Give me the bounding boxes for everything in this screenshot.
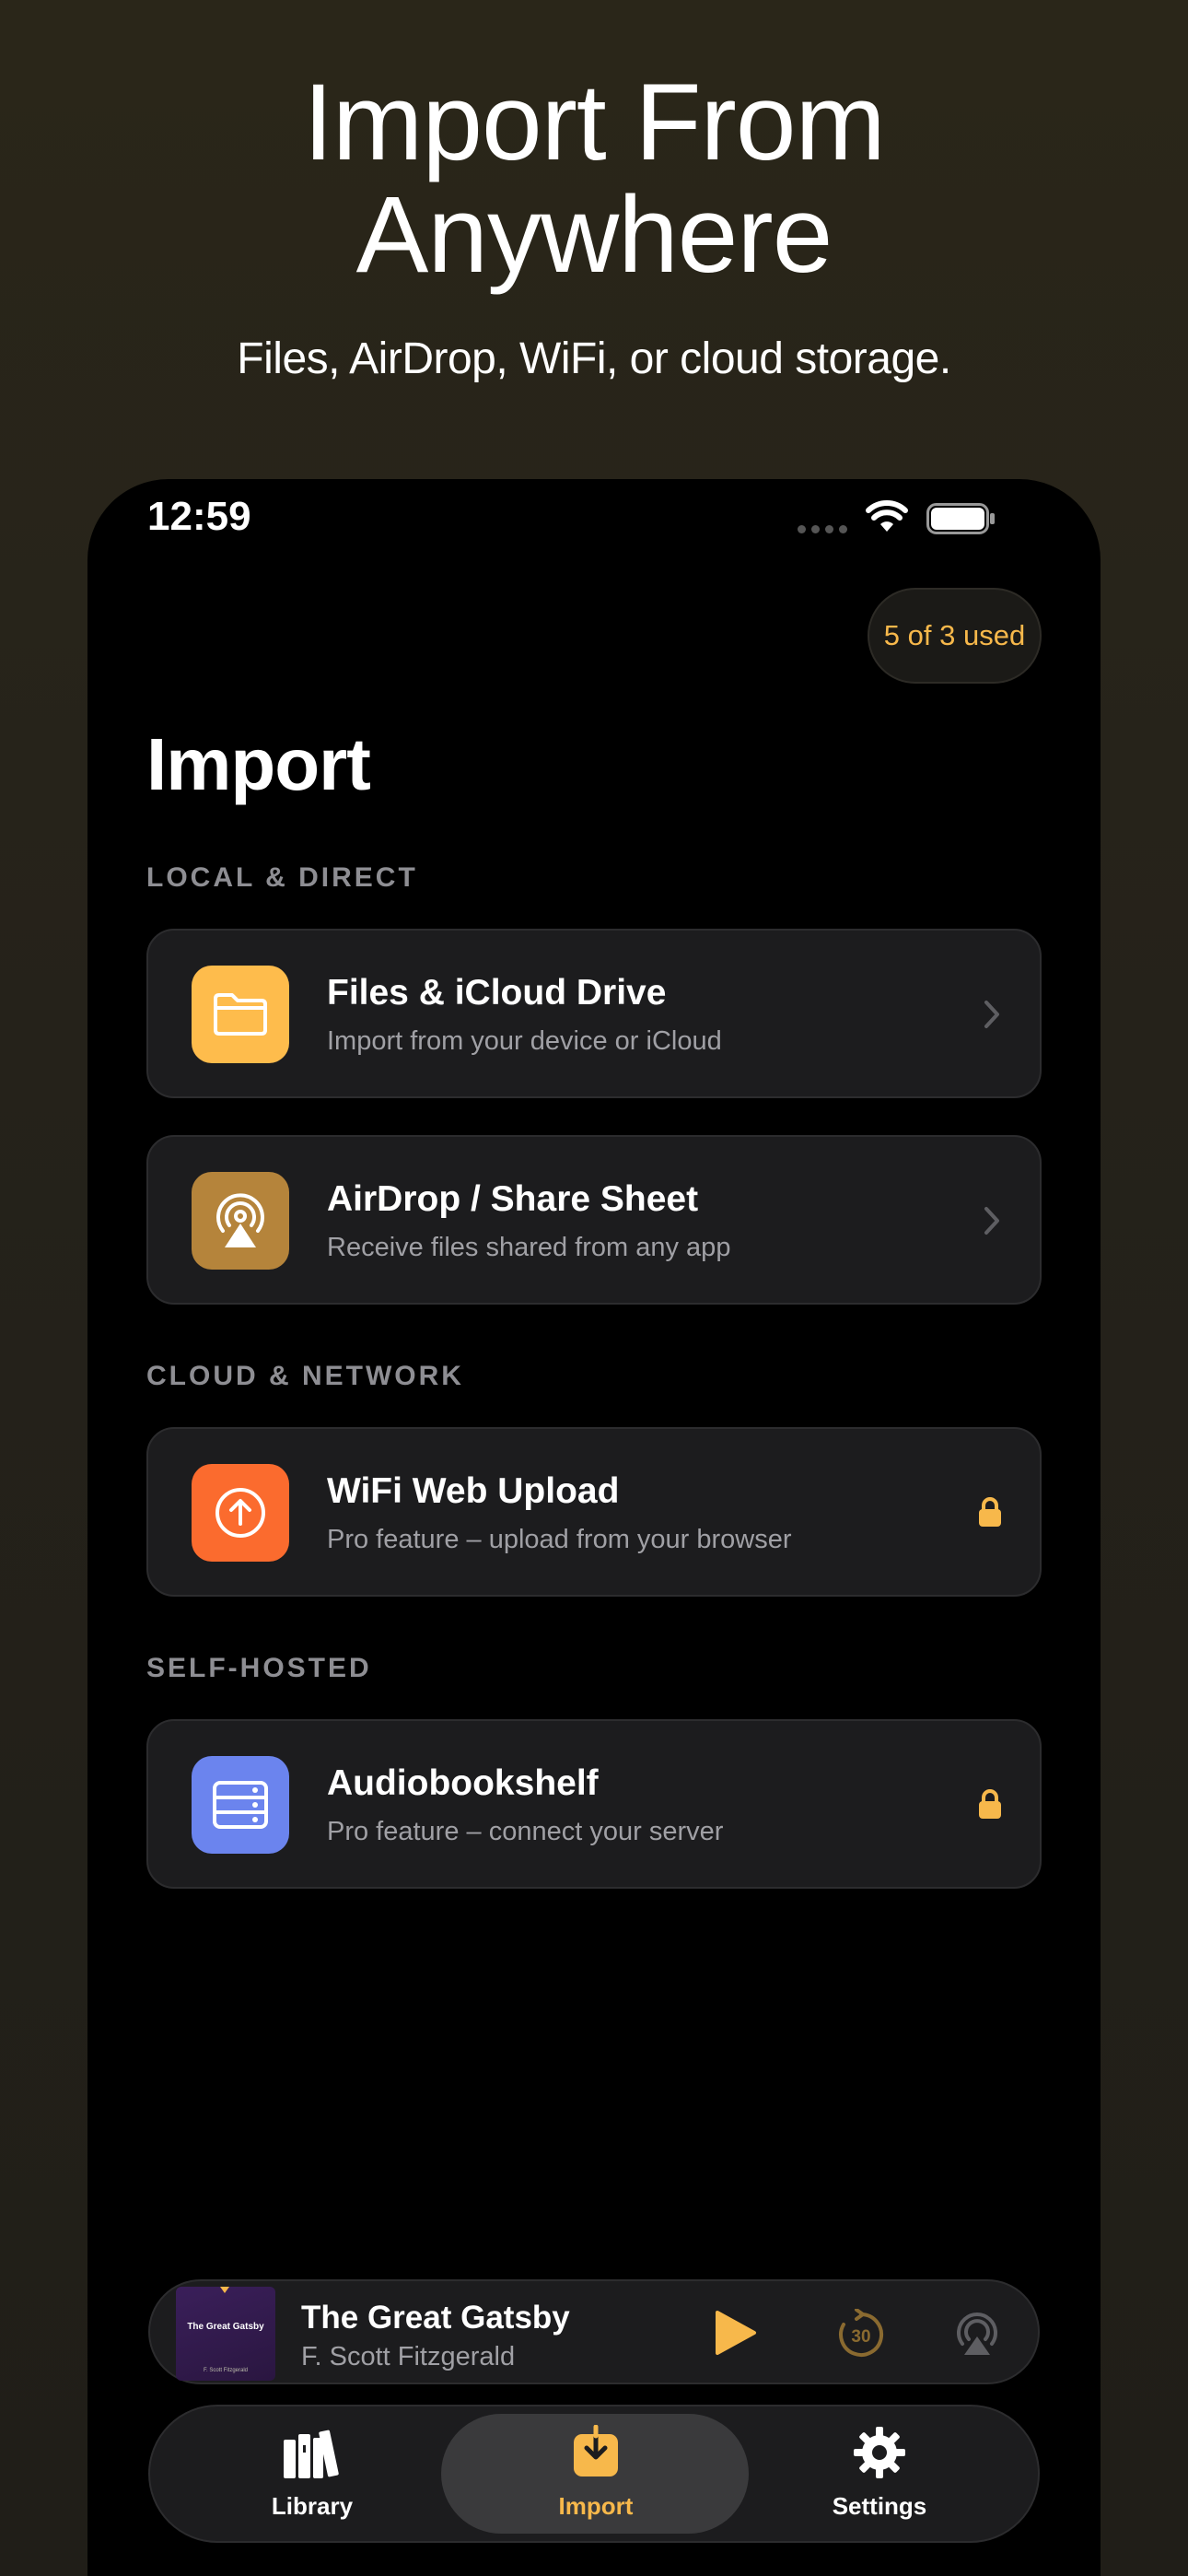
- play-icon[interactable]: [712, 2309, 758, 2357]
- source-audiobookshelf[interactable]: Audiobookshelf Pro feature – connect you…: [146, 1719, 1042, 1889]
- source-subtitle: Pro feature – upload from your browser: [327, 1525, 792, 1554]
- now-playing-title: The Great Gatsby: [301, 2300, 570, 2336]
- hero-subtitle: Files, AirDrop, WiFi, or cloud storage.: [237, 334, 951, 383]
- skip-forward-30-icon[interactable]: 30: [836, 2309, 886, 2359]
- source-title: Audiobookshelf: [327, 1763, 599, 1803]
- chevron-right-icon: [984, 1001, 999, 1028]
- cover-title: The Great Gatsby: [187, 2322, 264, 2332]
- lock-icon: [979, 1497, 1001, 1527]
- signal-dots-icon: [798, 525, 847, 533]
- airplay-icon[interactable]: [953, 2309, 1001, 2357]
- tab-settings[interactable]: Settings: [787, 2425, 972, 2521]
- section-label-local: LOCAL & DIRECT: [146, 862, 418, 893]
- usage-badge[interactable]: 5 of 3 used: [868, 588, 1042, 684]
- tab-library[interactable]: Library: [220, 2425, 404, 2521]
- tab-import[interactable]: Import: [504, 2424, 688, 2521]
- airdrop-icon: [192, 1172, 289, 1270]
- hero-title-line1: Import From: [303, 62, 886, 183]
- source-title: WiFi Web Upload: [327, 1471, 620, 1511]
- book-cover: The Great Gatsby F. Scott Fitzgerald: [176, 2287, 275, 2381]
- mini-player[interactable]: The Great Gatsby F. Scott Fitzgerald The…: [148, 2279, 1040, 2384]
- skip-label: 30: [851, 2327, 870, 2347]
- lock-icon: [979, 1789, 1001, 1819]
- tab-bar: Library Import Settings: [148, 2405, 1040, 2543]
- status-time: 12:59: [147, 494, 251, 539]
- tab-label: Library: [271, 2492, 354, 2520]
- tab-label: Import: [558, 2492, 634, 2520]
- section-label-self-hosted: SELF-HOSTED: [146, 1653, 372, 1683]
- source-wifi-upload[interactable]: WiFi Web Upload Pro feature – upload fro…: [146, 1427, 1042, 1597]
- source-title: AirDrop / Share Sheet: [327, 1179, 699, 1219]
- source-title: Files & iCloud Drive: [327, 973, 667, 1013]
- bookmark-icon: [220, 2287, 229, 2293]
- source-airdrop[interactable]: AirDrop / Share Sheet Receive files shar…: [146, 1135, 1042, 1305]
- source-subtitle: Pro feature – connect your server: [327, 1817, 724, 1846]
- upload-icon: [192, 1464, 289, 1562]
- gear-icon: [854, 2427, 905, 2478]
- folder-icon: [192, 966, 289, 1063]
- source-subtitle: Receive files shared from any app: [327, 1233, 731, 1262]
- server-icon: [192, 1756, 289, 1854]
- page-title: Import: [146, 723, 371, 805]
- books-icon: [284, 2430, 339, 2478]
- battery-icon: [926, 503, 995, 534]
- tab-label: Settings: [832, 2492, 927, 2520]
- now-playing-author: F. Scott Fitzgerald: [301, 2342, 516, 2371]
- section-label-cloud: CLOUD & NETWORK: [146, 1361, 464, 1391]
- source-subtitle: Import from your device or iCloud: [327, 1026, 722, 1056]
- hero-title-line2: Anywhere: [355, 174, 833, 296]
- chevron-right-icon: [984, 1207, 999, 1235]
- wifi-icon: [866, 500, 908, 532]
- import-tray-icon: [574, 2424, 618, 2476]
- hero-title: Import From Anywhere: [0, 66, 1188, 291]
- source-files-icloud[interactable]: Files & iCloud Drive Import from your de…: [146, 929, 1042, 1098]
- cover-author: F. Scott Fitzgerald: [203, 2368, 249, 2373]
